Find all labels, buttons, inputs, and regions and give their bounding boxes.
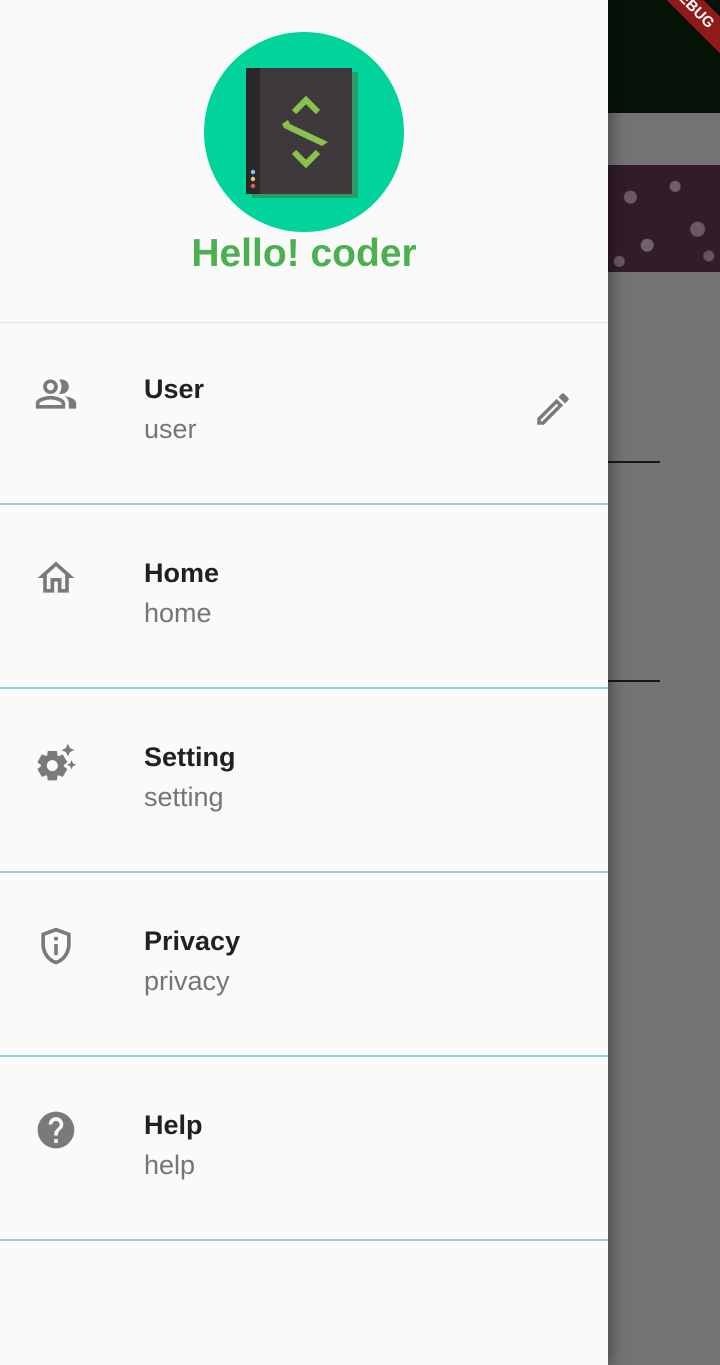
drawer-item-title: Help [144, 1110, 203, 1140]
drawer-header: Hello! coder [0, 0, 608, 323]
drawer-item-subtitle: help [144, 1150, 196, 1180]
navigation-drawer: Hello! coder User user Home home Setting… [0, 0, 608, 1365]
drawer-item-subtitle: privacy [144, 966, 230, 996]
drawer-item-help[interactable]: Help help [0, 1056, 608, 1241]
drawer-item-title: Setting [144, 742, 236, 772]
book-logo-icon [246, 68, 358, 198]
people-outline-icon [35, 379, 77, 409]
home-outline-icon [37, 561, 75, 593]
drawer-item-user[interactable]: User user [0, 320, 608, 505]
drawer-item-subtitle: user [144, 414, 197, 444]
drawer-item-subtitle: home [144, 598, 212, 628]
settings-suggest-icon [37, 743, 77, 781]
help-circle-icon [37, 1111, 75, 1149]
drawer-item-subtitle: setting [144, 782, 224, 812]
avatar[interactable] [204, 32, 404, 232]
drawer-item-title: Privacy [144, 926, 241, 956]
shield-info-icon [41, 927, 71, 965]
drawer-item-privacy[interactable]: Privacy privacy [0, 872, 608, 1057]
drawer-item-title: User [144, 374, 205, 404]
drawer-item-setting[interactable]: Setting setting [0, 688, 608, 873]
edit-pencil-icon[interactable] [532, 388, 574, 430]
drawer-item-home[interactable]: Home home [0, 504, 608, 689]
drawer-item-title: Home [144, 558, 220, 588]
greeting-text: Hello! coder [191, 232, 417, 275]
